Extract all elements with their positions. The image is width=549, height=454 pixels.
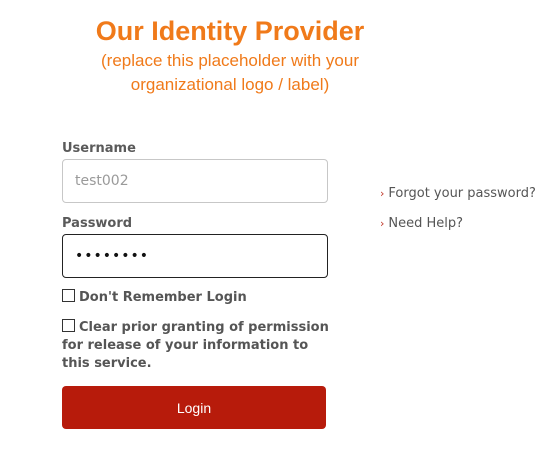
idp-title: Our Identity Provider	[95, 16, 365, 46]
dont-remember-label: Don't Remember Login	[79, 290, 247, 305]
chevron-right-icon: ›	[380, 187, 385, 200]
chevron-right-icon: ›	[380, 217, 385, 230]
clear-permission-label-line-3: this service.	[62, 356, 152, 371]
idp-header: Our Identity Provider (replace this plac…	[60, 14, 400, 96]
dont-remember-checkbox[interactable]	[62, 289, 75, 302]
clear-permission-checkbox[interactable]	[62, 319, 75, 332]
username-value: test002	[75, 173, 129, 189]
login-button[interactable]: Login	[62, 386, 326, 429]
need-help-label: Need Help?	[388, 216, 464, 231]
username-input[interactable]: test002	[62, 159, 328, 203]
username-label: Username	[62, 141, 136, 156]
clear-permission-label-line-2: for release of your information to	[62, 338, 309, 353]
forgot-password-label: Forgot your password?	[388, 186, 536, 201]
login-button-label: Login	[176, 399, 212, 416]
idp-subtitle-line-1: (replace this placeholder with your	[101, 51, 359, 70]
forgot-password-link[interactable]: › Forgot your password?	[380, 186, 536, 201]
need-help-link[interactable]: › Need Help?	[380, 216, 463, 231]
idp-subtitle-line-2: organizational logo / label)	[130, 75, 330, 94]
password-value: ••••••••	[75, 248, 150, 264]
clear-permission-option[interactable]: Clear prior granting of permission for r…	[62, 319, 329, 373]
dont-remember-login-option[interactable]: Don't Remember Login	[62, 289, 247, 307]
password-label: Password	[62, 216, 133, 231]
clear-permission-label-line-1: Clear prior granting of permission	[79, 320, 329, 335]
password-input[interactable]: ••••••••	[62, 234, 328, 278]
